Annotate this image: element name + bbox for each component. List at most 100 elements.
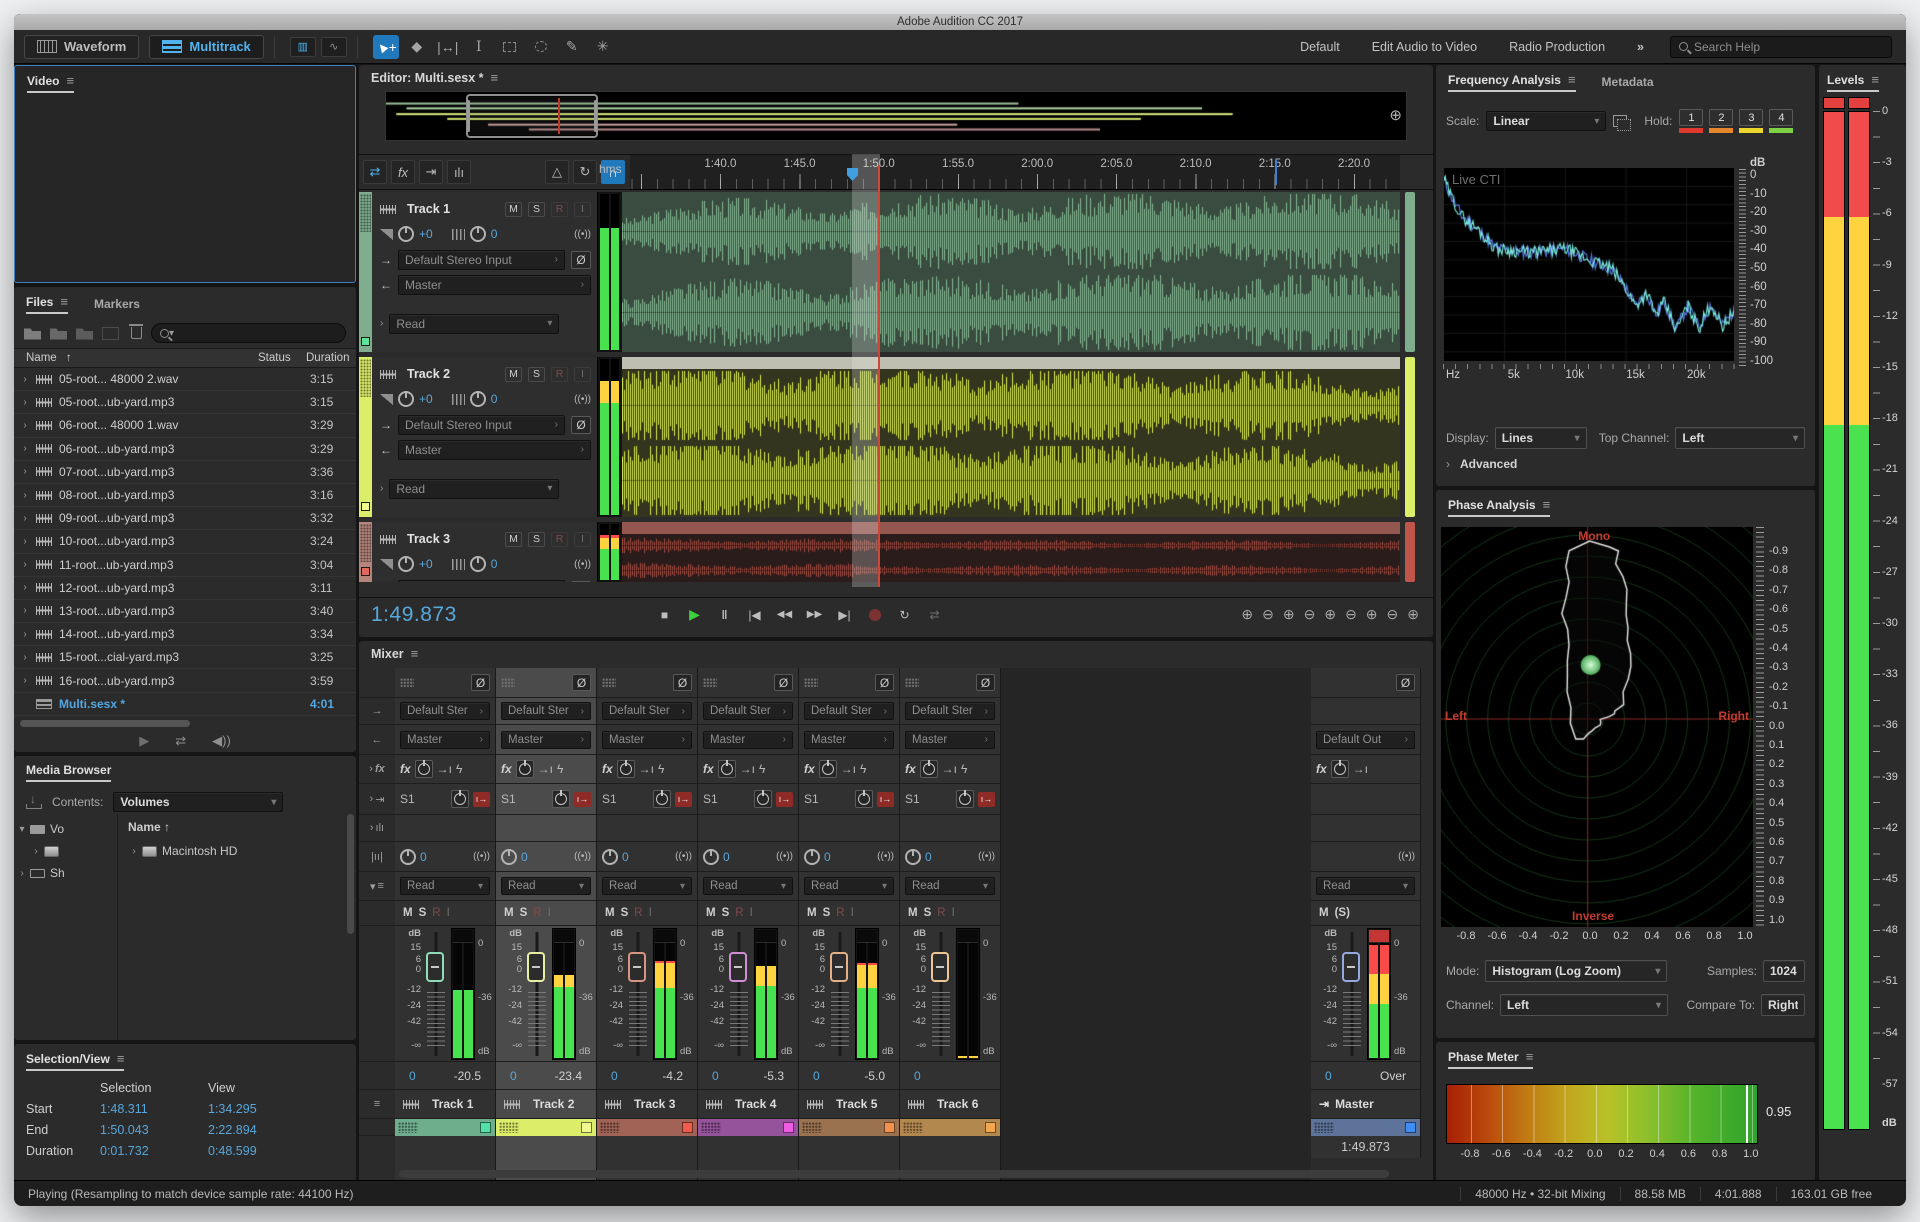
arm-record-button[interactable]: R xyxy=(836,907,844,919)
pan-value[interactable]: 0 xyxy=(622,850,629,864)
spectral-display-button[interactable]: ▥ xyxy=(289,36,316,57)
strip-output-select[interactable]: Master › xyxy=(905,730,995,749)
skip-selection-button[interactable]: ⇄ xyxy=(921,603,948,627)
expand-chevron-icon[interactable]: › xyxy=(14,397,36,408)
overdub-icon[interactable]: ↻ xyxy=(573,160,597,184)
mute-button[interactable]: M xyxy=(908,907,918,919)
track-output-select[interactable]: Master › xyxy=(398,439,591,460)
strip-input-select[interactable]: Default Ster › xyxy=(804,702,894,720)
strip-color-bar[interactable] xyxy=(1311,1119,1420,1136)
volume-knob[interactable] xyxy=(398,391,414,407)
pre-fader-icon[interactable]: →ı xyxy=(538,762,553,776)
send-power-button[interactable] xyxy=(754,790,772,808)
volume-value[interactable]: +0 xyxy=(419,557,433,571)
strip-color-bar[interactable] xyxy=(799,1119,899,1136)
expand-chevron-icon[interactable]: › xyxy=(14,675,36,686)
pan-knob[interactable] xyxy=(469,226,486,242)
pan-value[interactable]: 0 xyxy=(491,557,498,571)
media-vscrollbar[interactable] xyxy=(347,814,354,934)
spot-healing-tool[interactable]: ✳ xyxy=(590,35,616,59)
volume-fader[interactable] xyxy=(627,928,649,1060)
file-row[interactable]: › 06-root... 48000 1.wav 3:29 xyxy=(14,414,356,438)
zoom-button-4[interactable]: ⊖ xyxy=(1304,606,1316,623)
expand-chevron-icon[interactable]: › xyxy=(14,582,36,593)
workspace-radio-production[interactable]: Radio Production xyxy=(1495,36,1619,58)
arm-record-button[interactable]: R xyxy=(432,907,440,919)
file-row[interactable]: › 09-root...ub-yard.mp3 3:32 xyxy=(14,507,356,531)
send-power-button[interactable] xyxy=(855,790,873,808)
file-row[interactable]: › 07-root...ub-yard.mp3 3:36 xyxy=(14,461,356,484)
track-input-select[interactable]: Default Stereo Input› xyxy=(398,579,565,582)
track-color-strip[interactable] xyxy=(359,192,372,352)
send-power-button[interactable] xyxy=(552,790,570,808)
hold-button-2[interactable]: 2 xyxy=(1709,109,1734,133)
volume-fader[interactable] xyxy=(425,928,447,1060)
send-prefader-button[interactable]: ı→ xyxy=(473,791,490,807)
fx-icon[interactable]: fx xyxy=(602,762,613,776)
solo-button[interactable]: S xyxy=(520,907,528,919)
zoom-button-1[interactable]: ⊕ xyxy=(1241,606,1253,623)
import-tray-icon[interactable] xyxy=(26,792,42,809)
track-input-select[interactable]: Default Stereo Input› xyxy=(398,414,565,435)
fx-power-button[interactable] xyxy=(515,760,534,778)
zoom-button-6[interactable]: ⊖ xyxy=(1345,606,1357,623)
volume-value[interactable]: +0 xyxy=(419,392,433,406)
marquee-selection-tool[interactable] xyxy=(497,35,523,59)
samples-input[interactable]: 1024 xyxy=(1763,960,1805,982)
send-power-button[interactable] xyxy=(451,790,469,808)
file-row[interactable]: › 16-root...ub-yard.mp3 3:59 xyxy=(14,669,356,693)
volume-fader[interactable] xyxy=(526,928,548,1060)
file-row[interactable]: › 11-root...ub-yard.mp3 3:04 xyxy=(14,554,356,577)
mute-button[interactable]: M xyxy=(505,366,522,382)
phase-invert-button[interactable]: Ø xyxy=(673,674,692,691)
send-prefader-button[interactable]: ı→ xyxy=(877,791,894,807)
strip-color-bar[interactable] xyxy=(597,1119,697,1136)
strip-volume-value[interactable]: 0 xyxy=(611,1069,618,1083)
track-input-select[interactable]: Default Stereo Input› xyxy=(398,249,565,270)
pan-value[interactable]: 0 xyxy=(491,227,498,241)
transport-time-display[interactable]: 1:49.873 xyxy=(371,603,521,627)
freeze-icon[interactable]: ϟ xyxy=(658,762,664,776)
automation-mode-select[interactable]: Read ▾ xyxy=(804,877,894,895)
fx-power-button[interactable] xyxy=(414,760,433,778)
files-search-input[interactable]: ▾ xyxy=(151,323,346,343)
file-row[interactable]: › 05-root...ub-yard.mp3 3:15 xyxy=(14,391,356,415)
send-power-button[interactable] xyxy=(956,790,974,808)
tab-markers[interactable]: Markers xyxy=(94,297,140,311)
mute-button[interactable]: M xyxy=(706,907,716,919)
pre-fader-icon[interactable]: →ı xyxy=(841,762,856,776)
fader-handle[interactable] xyxy=(1342,952,1360,982)
panel-menu-icon[interactable]: ≡ xyxy=(411,646,419,661)
fader-handle[interactable] xyxy=(527,952,545,982)
mixer-hscrollbar[interactable] xyxy=(399,1170,1389,1178)
pan-value[interactable]: 0 xyxy=(723,850,730,864)
session-row[interactable]: Multi.sesx * 4:01 xyxy=(14,693,356,716)
pause-button[interactable]: ‖ xyxy=(711,603,738,627)
channel-select[interactable]: Left ▾ xyxy=(1500,994,1669,1016)
strip-grip[interactable] xyxy=(703,677,717,688)
top-channel-select[interactable]: Left ▾ xyxy=(1675,427,1805,449)
column-duration[interactable]: Duration xyxy=(300,352,356,364)
monitor-input-button[interactable]: I xyxy=(649,907,652,919)
track-clip-1[interactable] xyxy=(622,192,1400,352)
strip-volume-value[interactable]: 0 xyxy=(712,1069,719,1083)
pan-knob[interactable] xyxy=(469,556,486,572)
freeze-icon[interactable]: ϟ xyxy=(456,762,462,776)
arm-record-button[interactable]: R xyxy=(735,907,743,919)
automation-mode-select[interactable]: Read ▾ xyxy=(1316,877,1415,895)
arm-record-button[interactable]: R xyxy=(634,907,642,919)
expand-chevron-icon[interactable]: › xyxy=(14,559,36,570)
solo-button[interactable]: S xyxy=(528,531,545,547)
pre-fader-icon[interactable]: →ı xyxy=(942,762,957,776)
view-start-value[interactable]: 1:34.295 xyxy=(208,1102,316,1116)
fx-power-button[interactable] xyxy=(1330,760,1349,778)
media-list-item-macintosh-hd[interactable]: › Macintosh HD xyxy=(126,840,346,862)
multitrack-view-button[interactable]: Multitrack xyxy=(149,34,264,59)
monitor-input-button[interactable]: I xyxy=(574,531,591,547)
send-prefader-button[interactable]: ı→ xyxy=(574,791,591,807)
zoom-button-9[interactable]: ⊕ xyxy=(1407,606,1419,623)
file-row[interactable]: › 15-root...cial-yard.mp3 3:25 xyxy=(14,646,356,670)
tree-item-macintosh-hd[interactable]: › xyxy=(14,840,117,862)
expand-chevron-icon[interactable]: › xyxy=(14,374,36,385)
expand-chevron-icon[interactable]: › xyxy=(14,536,36,547)
